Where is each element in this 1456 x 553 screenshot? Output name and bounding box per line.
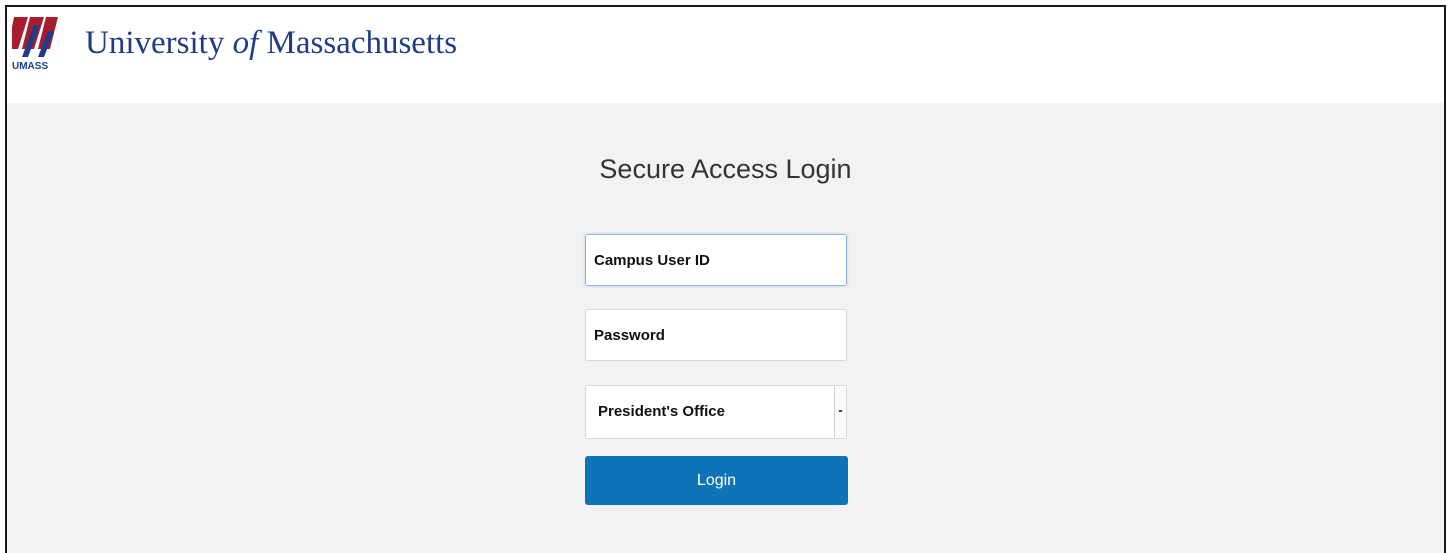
password-input[interactable] <box>585 309 847 361</box>
university-name[interactable]: University of Massachusetts <box>85 25 457 62</box>
chevron-down-icon[interactable] <box>834 386 846 438</box>
campus-select[interactable]: President's Office <box>585 385 847 439</box>
page-frame: UMASS University of Massachusetts Secure… <box>5 5 1446 553</box>
page-title: Secure Access Login <box>599 154 852 184</box>
campus-select-value: President's Office <box>598 403 725 420</box>
brand-text-university: University <box>85 25 233 61</box>
login-button[interactable]: Login <box>585 456 848 505</box>
logo-wordmark: UMASS <box>12 61 49 72</box>
brand-text-massachusetts: Massachusetts <box>258 25 458 61</box>
umass-logo-icon[interactable]: UMASS <box>12 17 58 73</box>
site-header: UMASS University of Massachusetts <box>7 7 1444 103</box>
brand-text-of: of <box>232 25 259 61</box>
campus-user-id-input[interactable] <box>585 234 847 286</box>
